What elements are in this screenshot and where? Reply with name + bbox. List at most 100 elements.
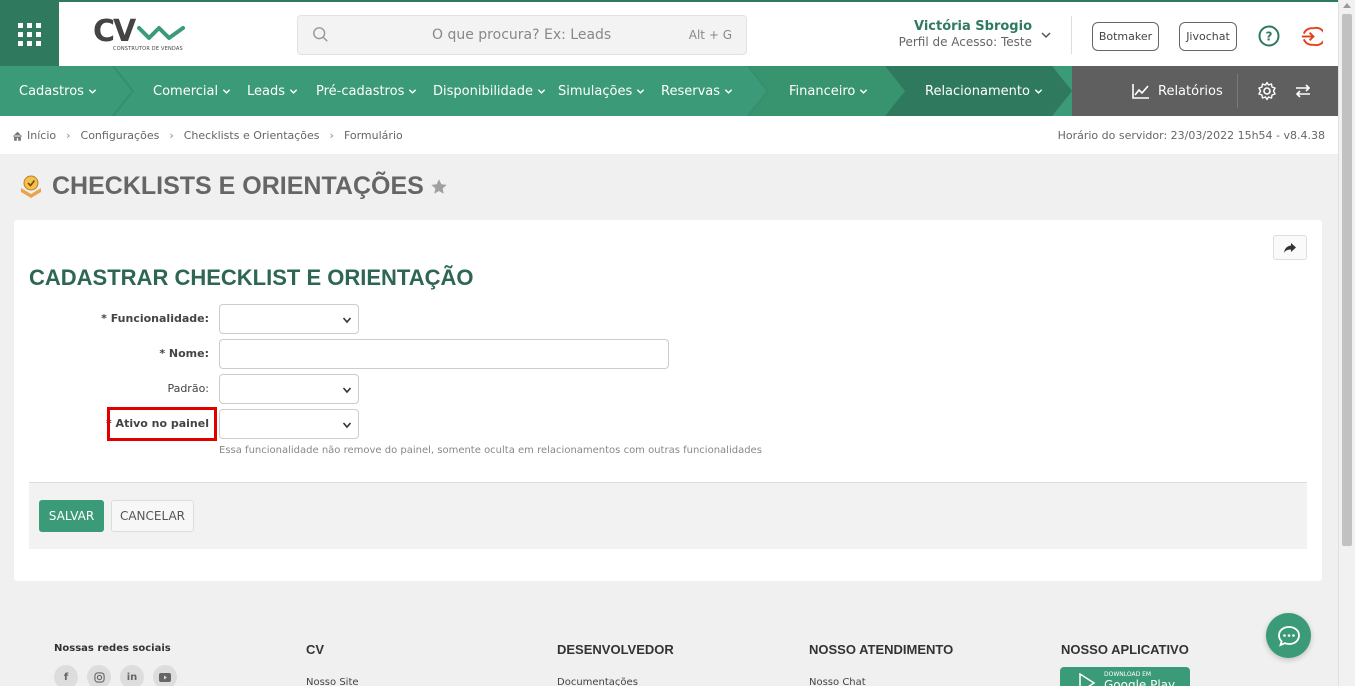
linkedin-icon[interactable]: in	[120, 665, 144, 686]
nav-item-reservas[interactable]: Reservas	[661, 66, 733, 116]
apps-menu-button[interactable]	[0, 2, 59, 66]
footer-link-docs[interactable]: Documentações	[557, 677, 638, 686]
chevron-down-icon	[342, 387, 352, 394]
main-nav: Cadastros Comercial Leads Pré-cadastros …	[0, 66, 1338, 116]
facebook-icon[interactable]: f	[54, 665, 78, 686]
padrao-select[interactable]	[219, 374, 359, 404]
nav-label: Relatórios	[1158, 83, 1223, 99]
page-title: CHECKLISTS E ORIENTAÇÕES	[52, 172, 424, 200]
nav-item-simulacoes[interactable]: Simulações	[558, 66, 645, 116]
logo-subtitle: CONSTRUTOR DE VENDAS	[113, 46, 183, 52]
nav-label: Pré-cadastros	[316, 83, 405, 99]
search-input[interactable]: O que procura? Ex: Leads Alt + G	[297, 15, 747, 55]
botmaker-button[interactable]: Botmaker	[1092, 22, 1159, 51]
nome-label: * Nome:	[159, 347, 209, 360]
chevron-down-icon[interactable]	[1040, 29, 1052, 41]
divider	[1071, 16, 1072, 54]
play-icon	[1079, 673, 1096, 686]
breadcrumb-item-inicio[interactable]: Início	[27, 129, 56, 142]
nav-label: Financeiro	[789, 83, 856, 99]
help-icon[interactable]: ?	[1258, 25, 1280, 47]
chevron-down-icon	[342, 422, 352, 429]
chart-line-icon	[1132, 84, 1149, 99]
user-menu[interactable]: Victória Sbrogio Perfil de Acesso: Teste	[899, 19, 1032, 49]
logo-wave-icon	[137, 26, 185, 40]
nav-item-comercial[interactable]: Comercial	[153, 66, 231, 116]
footer-heading-dev: DESENVOLVEDOR	[557, 642, 674, 657]
instagram-glyph	[93, 671, 105, 683]
share-icon	[1284, 242, 1296, 253]
logo[interactable]: CV CONSTRUTOR DE VENDAS	[93, 14, 188, 58]
instagram-icon[interactable]	[87, 665, 111, 686]
chevron-down-icon	[289, 88, 298, 94]
nav-label: Cadastros	[19, 83, 84, 99]
footer-link-chat[interactable]: Nosso Chat	[809, 677, 866, 686]
nav-item-pre-cadastros[interactable]: Pré-cadastros	[316, 66, 417, 116]
footer-social-heading: Nossas redes sociais	[54, 643, 171, 654]
svg-text:?: ?	[1266, 30, 1273, 44]
nav-item-financeiro[interactable]: Financeiro	[789, 66, 868, 116]
nav-arrow-tail	[1052, 66, 1072, 116]
swap-icon[interactable]	[1294, 82, 1312, 100]
footer-link-site[interactable]: Nosso Site	[306, 677, 359, 686]
chevron-down-icon	[222, 88, 231, 94]
google-play-button[interactable]: DOWNLOAD EM Google Play	[1060, 667, 1190, 686]
nav-item-relacionamento[interactable]: Relacionamento	[925, 66, 1043, 116]
chevron-right-icon: ›	[329, 129, 334, 142]
gear-icon[interactable]	[1257, 81, 1277, 101]
funcionalidade-label: * Funcionalidade:	[101, 312, 209, 325]
grid-icon	[18, 22, 41, 46]
footer-heading-app: NOSSO APLICATIVO	[1061, 642, 1189, 657]
funcionalidade-select[interactable]	[219, 304, 359, 334]
logout-icon[interactable]	[1300, 25, 1323, 48]
search-shortcut: Alt + G	[688, 28, 732, 42]
divider	[1237, 74, 1238, 108]
breadcrumb-item-configuracoes[interactable]: Configurações	[81, 129, 160, 142]
youtube-glyph	[159, 672, 171, 682]
youtube-icon[interactable]	[153, 665, 177, 686]
search-placeholder: O que procura? Ex: Leads	[432, 27, 612, 43]
home-icon	[12, 131, 23, 141]
nav-item-disponibilidade[interactable]: Disponibilidade	[433, 66, 546, 116]
share-button[interactable]	[1273, 235, 1307, 260]
chevron-down-icon	[860, 88, 868, 94]
breadcrumb-item-checklists[interactable]: Checklists e Orientações	[184, 129, 320, 142]
nome-input[interactable]	[219, 339, 669, 369]
form-card: CADASTRAR CHECKLIST E ORIENTAÇÃO * Funci…	[14, 220, 1322, 581]
breadcrumb-item-formulario: Formulário	[343, 129, 403, 142]
scroll-up-icon[interactable]	[1343, 3, 1351, 8]
vertical-scrollbar[interactable]	[1338, 0, 1355, 686]
chevron-down-icon	[409, 88, 417, 94]
nav-label: Relacionamento	[925, 83, 1030, 99]
jivochat-label: Jivochat	[1186, 30, 1230, 43]
google-play-label: Google Play	[1104, 678, 1176, 686]
form-actions: SALVAR CANCELAR	[29, 482, 1307, 549]
star-icon[interactable]	[430, 178, 448, 196]
cancel-button[interactable]: CANCELAR	[111, 500, 194, 532]
nav-item-cadastros[interactable]: Cadastros	[19, 66, 97, 116]
chat-bubble-icon	[1277, 625, 1300, 647]
search-icon	[313, 27, 328, 42]
nav-item-leads[interactable]: Leads	[247, 66, 298, 116]
nav-item-relatorios[interactable]: Relatórios	[1132, 66, 1223, 116]
save-button[interactable]: SALVAR	[39, 500, 104, 532]
nav-label: Comercial	[153, 83, 219, 99]
page-title-row: CHECKLISTS E ORIENTAÇÕES	[18, 172, 448, 201]
chevron-down-icon	[537, 88, 546, 94]
scrollbar-thumb[interactable]	[1342, 14, 1352, 546]
chat-button[interactable]	[1266, 613, 1311, 658]
logo-text: CV	[93, 14, 136, 49]
breadcrumb-bar: Início › Configurações › Checklists e Or…	[0, 116, 1338, 154]
padrao-label: Padrão:	[167, 382, 209, 395]
nav-label: Leads	[247, 83, 286, 99]
nav-label: Simulações	[558, 83, 633, 99]
ativo-no-painel-select[interactable]	[219, 409, 359, 439]
chevron-down-icon	[637, 88, 645, 94]
highlight-box	[107, 407, 217, 441]
jivochat-button[interactable]: Jivochat	[1179, 22, 1237, 51]
checklist-icon	[21, 175, 41, 198]
form-title: CADASTRAR CHECKLIST E ORIENTAÇÃO	[29, 265, 474, 290]
chevron-down-icon	[88, 88, 97, 94]
footer-heading-support: NOSSO ATENDIMENTO	[809, 642, 954, 657]
chevron-right-icon: ›	[66, 129, 71, 142]
